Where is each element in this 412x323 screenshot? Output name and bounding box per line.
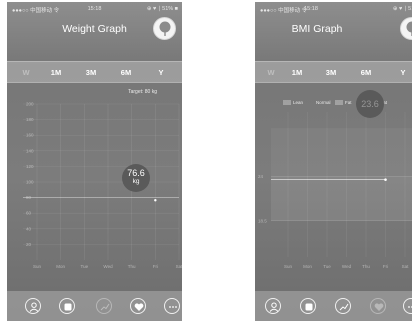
x-tick-label: Thu <box>128 264 136 269</box>
value-bubble: 23.6 <box>356 90 384 118</box>
data-point <box>384 178 387 181</box>
value-bubble: 76.6 kg <box>122 164 150 192</box>
x-tick-label: Tue <box>323 264 331 269</box>
data-point <box>154 199 157 202</box>
graph-icon[interactable] <box>96 298 112 314</box>
x-tick-label: Wed <box>103 264 113 269</box>
profile-icon[interactable] <box>265 298 281 314</box>
x-tick-label: Tue <box>81 264 89 269</box>
x-tick-label: Thu <box>362 264 370 269</box>
y-tick-label: 60 <box>26 211 32 216</box>
bubble-value: 23.6 <box>361 99 379 109</box>
bottom-tab-bar <box>7 291 182 321</box>
profile-icon[interactable] <box>25 298 41 314</box>
x-tick-label: Sat <box>402 264 410 269</box>
x-tick-label: Sat <box>176 264 182 269</box>
y-tick-label: 140 <box>26 148 34 153</box>
bmi-graph-screen: ●●●○○ 中国移动 令 15:18 ⊕ ♥ ∣ 51% ■ BMI Graph… <box>255 2 412 321</box>
graph-icon[interactable] <box>335 298 351 314</box>
x-tick-label: Mon <box>56 264 65 269</box>
y-tick-label: 180 <box>26 117 34 122</box>
more-icon[interactable] <box>403 298 412 314</box>
x-tick-label: Mon <box>303 264 312 269</box>
scale-icon[interactable] <box>300 298 316 314</box>
y-tick-label: 200 <box>26 102 34 107</box>
bmi-chart: 24 18.5 Sun Mon Tue Wed Thu Fri Sat <box>258 112 412 269</box>
y-tick-label: 40 <box>26 226 32 231</box>
heart-icon[interactable] <box>370 298 386 314</box>
x-tick-label: Sun <box>33 264 42 269</box>
more-icon[interactable] <box>164 298 180 314</box>
heart-icon[interactable] <box>130 298 146 314</box>
y-tick-label: 18.5 <box>258 218 267 223</box>
x-tick-label: Fri <box>383 264 388 269</box>
y-tick-label: 100 <box>26 180 34 185</box>
weight-graph-screen: ●●●○○ 中国移动 令 15:18 ⊕ ♥ ∣ 51% ■ Weight Gr… <box>7 2 182 321</box>
y-tick-label: 24 <box>258 174 264 179</box>
normal-band <box>271 176 412 221</box>
bubble-value: 76.6 <box>127 168 145 178</box>
y-tick-label: 120 <box>26 164 34 169</box>
weight-chart: 20018016014012010080604020Sun Mon Tue Wed Th… <box>23 102 182 269</box>
y-tick-label: 160 <box>26 133 34 138</box>
x-tick-label: Sun <box>284 264 293 269</box>
scale-icon[interactable] <box>59 298 75 314</box>
y-tick-label: 20 <box>26 242 32 247</box>
fat-band <box>271 128 412 177</box>
x-tick-label: Fri <box>153 264 158 269</box>
x-tick-label: Wed <box>342 264 352 269</box>
bubble-unit: kg <box>132 178 140 185</box>
bottom-tab-bar <box>255 291 412 321</box>
